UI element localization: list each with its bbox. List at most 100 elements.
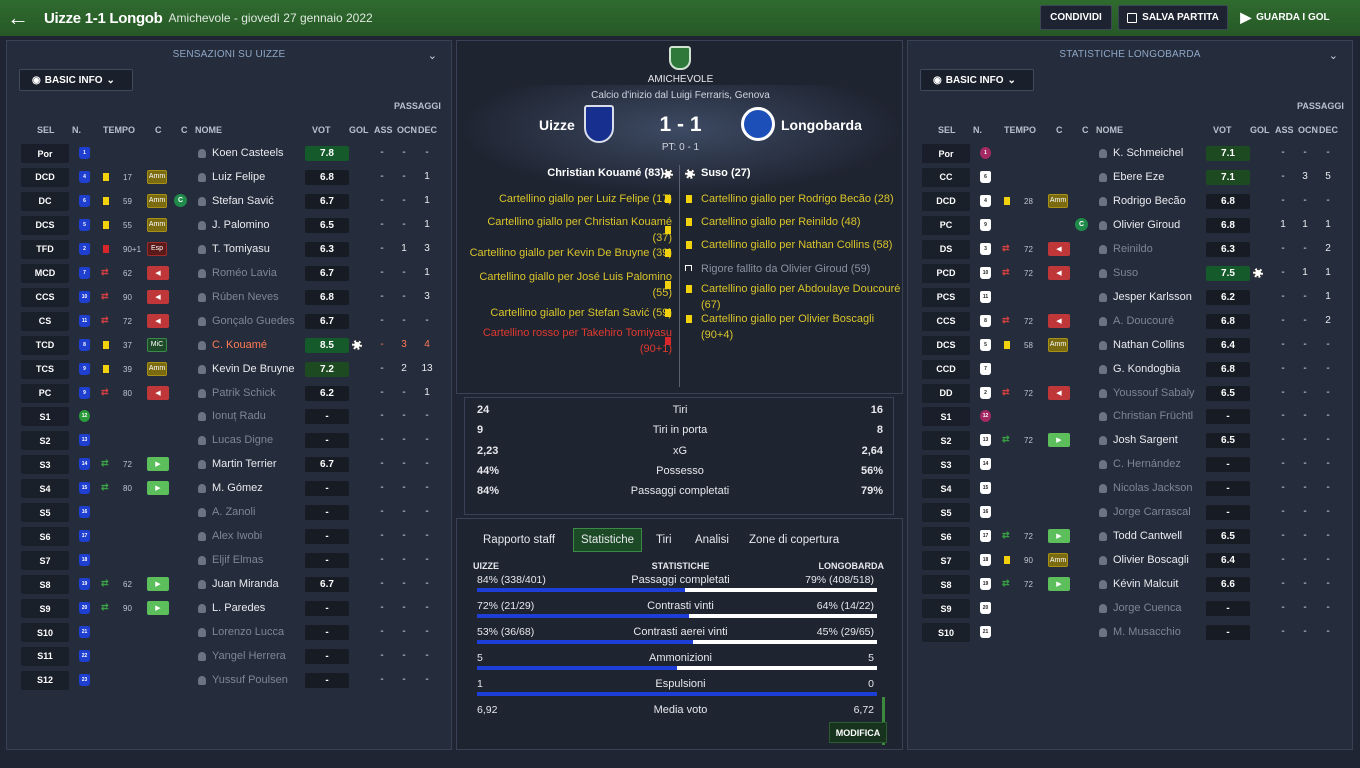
player-row[interactable]: TCD 8 37 MiC C. Kouamé 8.5 - 3 4 [7, 333, 451, 357]
player-name[interactable]: Todd Cantwell [1113, 530, 1182, 542]
player-row[interactable]: S2 13 Lucas Digne - - - - [7, 428, 451, 452]
player-name[interactable]: C. Kouamé [212, 339, 267, 351]
player-row[interactable]: CCS 10 ⇄ 90 ◀ Rúben Neves 6.8 - - 3 [7, 285, 451, 309]
tab-statistiche[interactable]: Statistiche [573, 528, 643, 552]
save-match-button[interactable]: SALVA PARTITA [1118, 5, 1228, 30]
player-row[interactable]: S1 12 Christian Früchtl - - - - [908, 404, 1352, 428]
player-row[interactable]: S5 16 A. Zanoli - - - - [7, 500, 451, 524]
player-name[interactable]: Gonçalo Guedes [212, 315, 295, 327]
chevron-down-icon[interactable]: ⌄ [1329, 49, 1338, 62]
chevron-down-icon[interactable]: ⌄ [428, 49, 437, 62]
sub-off-button[interactable]: ◀ [1048, 265, 1070, 280]
sub-on-button[interactable]: ▶ [147, 481, 169, 496]
player-name[interactable]: Lorenzo Lucca [212, 626, 284, 638]
sub-off-button[interactable]: ◀ [147, 313, 169, 328]
tab-tiri[interactable]: Tiri [656, 528, 672, 552]
player-name[interactable]: Martin Terrier [212, 458, 277, 470]
player-name[interactable]: Jesper Karlsson [1113, 291, 1192, 303]
player-row[interactable]: PCS 11 Jesper Karlsson 6.2 - - 1 [908, 285, 1352, 309]
back-arrow-icon[interactable]: ← [0, 0, 36, 36]
player-name[interactable]: Yangel Herrera [212, 650, 286, 662]
player-row[interactable]: Por 1 K. Schmeichel 7.1 - - - [908, 141, 1352, 165]
player-name[interactable]: Ionuț Radu [212, 410, 266, 422]
player-name[interactable]: Luiz Felipe [212, 171, 265, 183]
player-name[interactable]: Josh Sargent [1113, 434, 1178, 446]
player-name[interactable]: Stefan Savić [212, 195, 274, 207]
player-row[interactable]: PC 9 C Olivier Giroud 6.8 1 1 1 [908, 213, 1352, 237]
player-row[interactable]: Por 1 Koen Casteels 7.8 - - - [7, 141, 451, 165]
player-name[interactable]: A. Doucouré [1113, 315, 1174, 327]
player-row[interactable]: DCD 4 28 Amm Rodrigo Becão 6.8 - - - [908, 189, 1352, 213]
sub-off-button[interactable]: ◀ [147, 385, 169, 400]
sub-on-button[interactable]: ▶ [147, 577, 169, 592]
player-row[interactable]: S11 22 Yangel Herrera - - - - [7, 644, 451, 668]
watch-goals-button[interactable]: ▶ GUARDA I GOL [1234, 5, 1336, 30]
player-name[interactable]: Alex Iwobi [212, 530, 262, 542]
player-row[interactable]: S9 20 ⇄ 90 ▶ L. Paredes - - - - [7, 596, 451, 620]
player-name[interactable]: T. Tomiyasu [212, 243, 270, 255]
player-row[interactable]: S1 12 Ionuț Radu - - - - [7, 404, 451, 428]
player-name[interactable]: Rúben Neves [212, 291, 279, 303]
tab-zone-di-copertura[interactable]: Zone di copertura [749, 528, 839, 552]
basic-info-dropdown[interactable]: ◉ BASIC INFO ⌄ [19, 69, 133, 91]
player-row[interactable]: S10 21 Lorenzo Lucca - - - - [7, 620, 451, 644]
player-row[interactable]: S8 19 ⇄ 72 ▶ Kévin Malcuit 6.6 - - - [908, 572, 1352, 596]
player-name[interactable]: G. Kondogbia [1113, 363, 1180, 375]
edit-button[interactable]: MODIFICA [829, 722, 887, 743]
player-row[interactable]: CC 6 Ebere Eze 7.1 - 3 5 [908, 165, 1352, 189]
sub-off-button[interactable]: ◀ [1048, 241, 1070, 256]
player-name[interactable]: Ebere Eze [1113, 171, 1164, 183]
player-row[interactable]: PCD 10 ⇄ 72 ◀ Suso 7.5 - 1 1 [908, 261, 1352, 285]
sub-off-button[interactable]: ◀ [1048, 385, 1070, 400]
player-row[interactable]: S4 15 Nicolas Jackson - - - - [908, 476, 1352, 500]
player-name[interactable]: Kévin Malcuit [1113, 578, 1178, 590]
player-row[interactable]: CCS 8 ⇄ 72 ◀ A. Doucouré 6.8 - - 2 [908, 309, 1352, 333]
player-row[interactable]: CCD 7 G. Kondogbia 6.8 - - - [908, 357, 1352, 381]
sub-off-button[interactable]: ◀ [147, 265, 169, 280]
player-name[interactable]: Yussuf Poulsen [212, 674, 288, 686]
player-name[interactable]: M. Musacchio [1113, 626, 1181, 638]
player-name[interactable]: Youssouf Sabaly [1113, 387, 1195, 399]
sub-off-button[interactable]: ◀ [147, 289, 169, 304]
player-name[interactable]: Roméo Lavia [212, 267, 277, 279]
sub-on-button[interactable]: ▶ [147, 457, 169, 472]
player-row[interactable]: MCD 7 ⇄ 62 ◀ Roméo Lavia 6.7 - - 1 [7, 261, 451, 285]
tab-rapporto-staff[interactable]: Rapporto staff [483, 528, 555, 552]
player-row[interactable]: S8 19 ⇄ 62 ▶ Juan Miranda 6.7 - - - [7, 572, 451, 596]
player-name[interactable]: Olivier Giroud [1113, 219, 1180, 231]
basic-info-dropdown[interactable]: ◉ BASIC INFO ⌄ [920, 69, 1034, 91]
player-name[interactable]: Lucas Digne [212, 434, 273, 446]
player-name[interactable]: Patrik Schick [212, 387, 276, 399]
player-row[interactable]: PC 9 ⇄ 80 ◀ Patrik Schick 6.2 - - 1 [7, 381, 451, 405]
player-name[interactable]: Nicolas Jackson [1113, 482, 1192, 494]
player-row[interactable]: DCD 4 17 Amm Luiz Felipe 6.8 - - 1 [7, 165, 451, 189]
sub-on-button[interactable]: ▶ [1048, 433, 1070, 448]
player-name[interactable]: L. Paredes [212, 602, 265, 614]
player-name[interactable]: Reinildo [1113, 243, 1153, 255]
player-row[interactable]: S3 14 C. Hernández - - - - [908, 452, 1352, 476]
player-name[interactable]: Nathan Collins [1113, 339, 1185, 351]
player-name[interactable]: Kevin De Bruyne [212, 363, 295, 375]
player-name[interactable]: Olivier Boscagli [1113, 554, 1189, 566]
player-row[interactable]: DCS 5 55 Amm J. Palomino 6.5- -1 [7, 213, 451, 237]
player-name[interactable]: Jorge Cuenca [1113, 602, 1182, 614]
player-name[interactable]: Juan Miranda [212, 578, 279, 590]
player-row[interactable]: TFD 2 90+1 Esp T. Tomiyasu 6.3 - 1 3 [7, 237, 451, 261]
player-row[interactable]: S2 13 ⇄ 72 ▶ Josh Sargent 6.5 - - - [908, 428, 1352, 452]
player-row[interactable]: DS 3 ⇄ 72 ◀ Reinildo 6.3 - - 2 [908, 237, 1352, 261]
player-row[interactable]: S5 16 Jorge Carrascal - - - - [908, 500, 1352, 524]
player-row[interactable]: S7 18 90 Amm Olivier Boscagli 6.4 - - - [908, 548, 1352, 572]
player-name[interactable]: Koen Casteels [212, 147, 284, 159]
sub-on-button[interactable]: ▶ [1048, 529, 1070, 544]
player-row[interactable]: S10 21 M. Musacchio - - - - [908, 620, 1352, 644]
player-name[interactable]: Jorge Carrascal [1113, 506, 1191, 518]
player-name[interactable]: K. Schmeichel [1113, 147, 1183, 159]
player-name[interactable]: C. Hernández [1113, 458, 1181, 470]
player-row[interactable]: S12 23 Yussuf Poulsen - - - - [7, 668, 451, 692]
player-row[interactable]: S6 17 Alex Iwobi - - - - [7, 524, 451, 548]
player-row[interactable]: DCS 5 58 Amm Nathan Collins 6.4 - - - [908, 333, 1352, 357]
player-row[interactable]: S9 20 Jorge Cuenca - - - - [908, 596, 1352, 620]
share-button[interactable]: CONDIVIDI [1040, 5, 1112, 30]
player-row[interactable]: S7 18 Eljif Elmas - - - - [7, 548, 451, 572]
player-row[interactable]: S6 17 ⇄ 72 ▶ Todd Cantwell 6.5 - - - [908, 524, 1352, 548]
